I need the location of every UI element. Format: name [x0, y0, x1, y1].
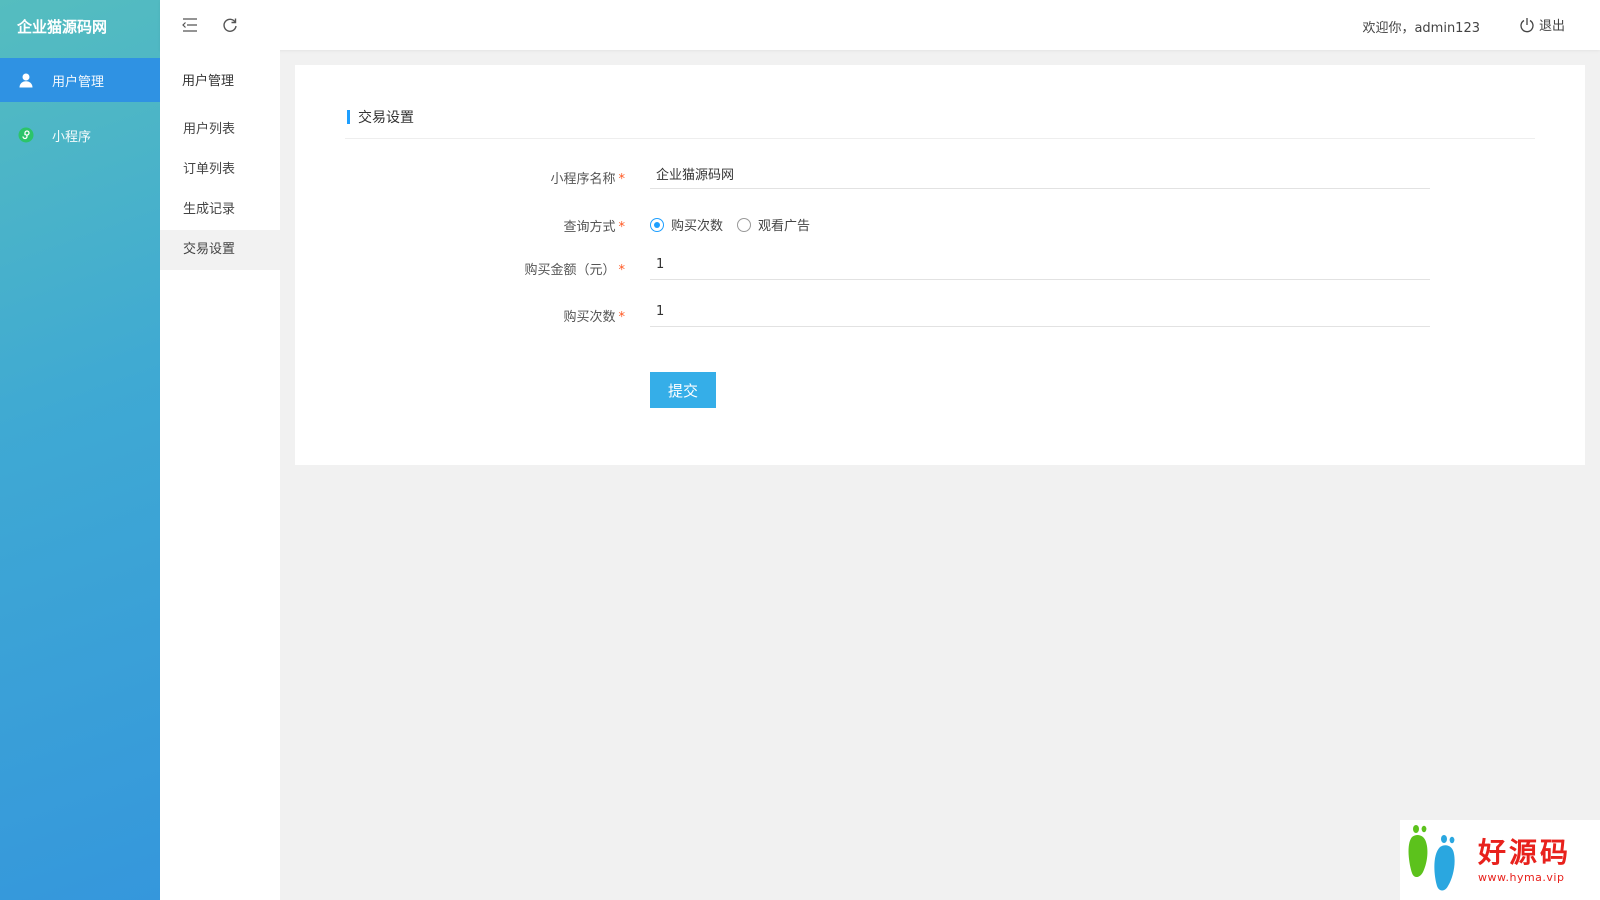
- purchase-amount-label: 购买金额（元） *: [405, 259, 625, 278]
- subnav-item-generation-records[interactable]: 生成记录: [160, 190, 280, 230]
- section-title: 交易设置: [347, 107, 414, 127]
- query-method-radio-group: 购买次数 观看广告: [650, 215, 824, 234]
- logout-button[interactable]: 退出: [1519, 15, 1565, 34]
- watermark-title: 好源码: [1478, 835, 1572, 869]
- settings-card: 交易设置 小程序名称* 查询方式* 购买次数 观看广告 购买金额（元）* 购买次…: [295, 65, 1585, 465]
- section-title-text: 交易设置: [358, 110, 414, 126]
- sidebar-item-label: 用户管理: [52, 74, 105, 90]
- divider: [345, 138, 1535, 139]
- title-accent-bar: [347, 110, 350, 124]
- purchase-amount-input[interactable]: [650, 250, 1430, 280]
- purchase-count-label: 购买次数 *: [405, 306, 625, 325]
- label-text: 购买次数: [563, 310, 616, 325]
- app-logo: 企业猫源码网: [17, 18, 108, 36]
- sidebar-item-user-management[interactable]: 用户管理: [0, 58, 160, 102]
- site-watermark: 好源码 www.hyma.vip: [1400, 820, 1600, 900]
- footprint-logo-icon: [1406, 823, 1468, 897]
- sidebar-item-label: 小程序: [52, 129, 92, 145]
- user-icon: [18, 72, 34, 88]
- required-mark: *: [618, 220, 626, 235]
- miniprogram-icon: [18, 127, 34, 143]
- query-method-label: 查询方式 *: [405, 216, 625, 235]
- power-icon: [1519, 17, 1535, 33]
- sub-navigation: 用户管理 用户列表 订单列表 生成记录 交易设置: [160, 50, 280, 900]
- miniprogram-name-input[interactable]: [650, 159, 1430, 189]
- subnav-item-user-list[interactable]: 用户列表: [160, 110, 280, 150]
- submit-button[interactable]: 提交: [650, 372, 716, 408]
- label-text: 购买金额（元）: [524, 263, 616, 278]
- required-mark: *: [618, 310, 626, 325]
- subnav-title: 用户管理: [182, 74, 235, 89]
- top-bar: 欢迎你，admin123 退出: [160, 0, 1600, 50]
- radio-unchecked-icon: [737, 217, 752, 232]
- label-text: 查询方式: [563, 220, 616, 235]
- miniprogram-name-label: 小程序名称 *: [405, 168, 625, 187]
- radio-watch-ad[interactable]: 观看广告: [737, 215, 810, 234]
- logout-label: 退出: [1538, 19, 1565, 34]
- menu-toggle-icon[interactable]: [180, 15, 200, 35]
- radio-purchase-count[interactable]: 购买次数: [650, 215, 723, 234]
- watermark-url: www.hyma.vip: [1478, 870, 1565, 884]
- sidebar: 企业猫源码网 用户管理 小程序: [0, 0, 160, 900]
- required-mark: *: [618, 263, 626, 278]
- sidebar-item-miniprogram[interactable]: 小程序: [0, 113, 160, 157]
- radio-label: 购买次数: [671, 219, 724, 234]
- subnav-item-order-list[interactable]: 订单列表: [160, 150, 280, 190]
- watermark-text: 好源码 www.hyma.vip: [1478, 835, 1572, 884]
- label-text: 小程序名称: [550, 172, 616, 187]
- refresh-icon[interactable]: [220, 15, 240, 35]
- radio-checked-icon: [650, 217, 664, 232]
- radio-label: 观看广告: [758, 219, 811, 234]
- purchase-count-input[interactable]: [650, 297, 1430, 327]
- subnav-item-trade-settings[interactable]: 交易设置: [160, 230, 280, 270]
- required-mark: *: [618, 172, 626, 187]
- welcome-text: 欢迎你，admin123: [1362, 21, 1480, 36]
